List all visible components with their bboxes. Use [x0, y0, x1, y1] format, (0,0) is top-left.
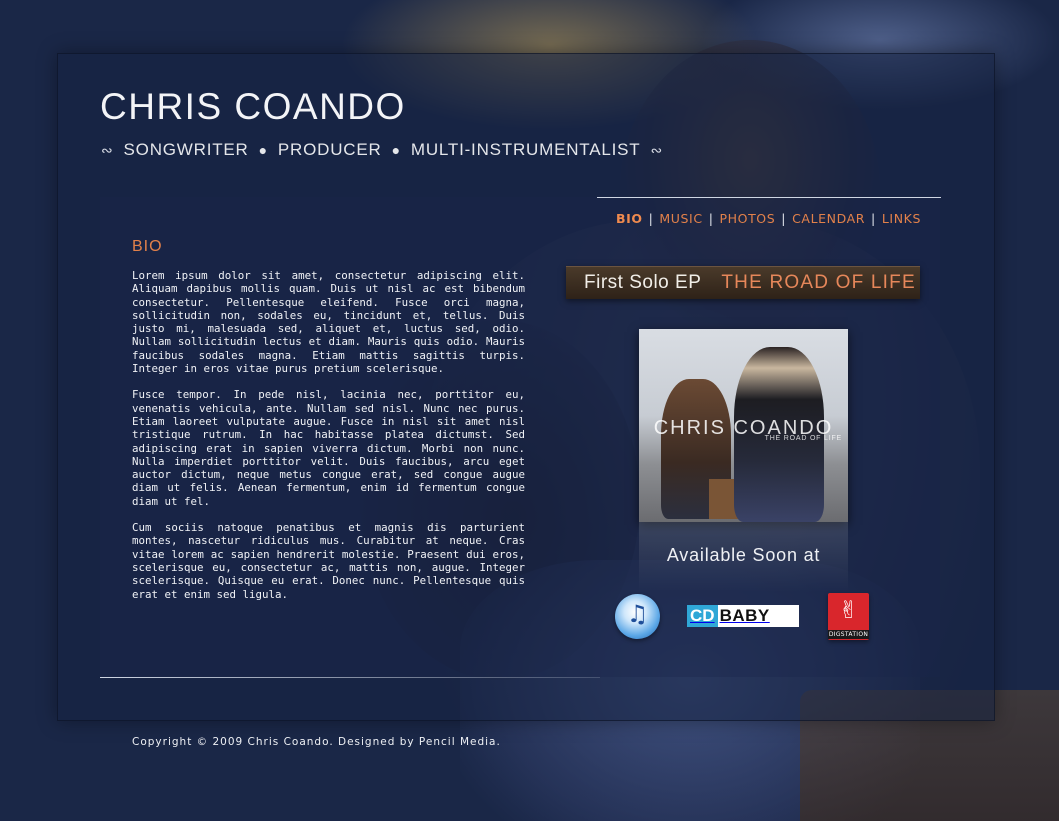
bullet-icon: ●	[258, 142, 268, 158]
nav-link-photos[interactable]: PHOTOS	[720, 211, 776, 226]
cdbaby-logo-baby: BABY	[719, 606, 770, 625]
digstation-hand-icon: ✌	[838, 596, 859, 624]
nav-link-calendar[interactable]: CALENDAR	[792, 211, 865, 226]
swirl-left-icon: ∾	[101, 141, 114, 158]
footer-copyright: Copyright © 2009 Chris Coando. Designed …	[132, 736, 501, 748]
digstation-store-link[interactable]: ✌ DIGSTATION	[828, 593, 869, 640]
cdbaby-logo-cd: CD	[687, 605, 718, 627]
swirl-right-icon: ∾	[650, 141, 664, 158]
itunes-icon: ♫	[626, 600, 649, 628]
tagline-item: MULTI-INSTRUMENTALIST	[410, 140, 641, 159]
bio-paragraph: Cum sociis natoque penatibus et magnis d…	[132, 521, 525, 601]
album-subtitle-text: THE ROAD OF LIFE	[764, 435, 842, 442]
ep-title: THE ROAD OF LIFE	[721, 272, 916, 293]
nav-separator: |	[871, 211, 876, 226]
ep-label: First Solo EP	[584, 272, 702, 293]
album-cover[interactable]: CHRIS COANDO THE ROAD OF LIFE	[639, 329, 848, 522]
digstation-label: DIGSTATION	[828, 630, 869, 639]
itunes-store-link[interactable]: ♫	[615, 594, 660, 639]
nav-link-bio[interactable]: BIO	[616, 211, 643, 226]
ep-banner: First Solo EP THE ROAD OF LIFE	[566, 266, 920, 299]
main-nav: BIO | MUSIC | PHOTOS | CALENDAR | LINKS	[616, 211, 921, 226]
available-soon-text: Available Soon at	[666, 545, 821, 565]
bio-paragraph: Lorem ipsum dolor sit amet, consectetur …	[132, 269, 525, 376]
nav-link-links[interactable]: LINKS	[882, 211, 921, 226]
nav-link-music[interactable]: MUSIC	[659, 211, 702, 226]
bullet-icon: ●	[391, 142, 401, 158]
nav-separator: |	[708, 211, 714, 226]
divider-bottom	[100, 677, 600, 678]
tagline-item: SONGWRITER	[123, 140, 249, 159]
cdbaby-store-link[interactable]: CD BABY	[687, 605, 799, 627]
bio-heading: BIO	[132, 238, 163, 255]
nav-separator: |	[781, 211, 787, 226]
divider-top	[597, 197, 941, 198]
site-tagline: ∾ SONGWRITER ● PRODUCER ● MULTI-INSTRUME…	[101, 140, 663, 160]
nav-separator: |	[648, 211, 654, 226]
tagline-item: PRODUCER	[277, 140, 382, 159]
bio-paragraph: Fusce tempor. In pede nisl, lacinia nec,…	[132, 388, 525, 508]
site-title: CHRIS COANDO	[100, 86, 406, 127]
bio-text: Lorem ipsum dolor sit amet, consectetur …	[132, 269, 525, 614]
